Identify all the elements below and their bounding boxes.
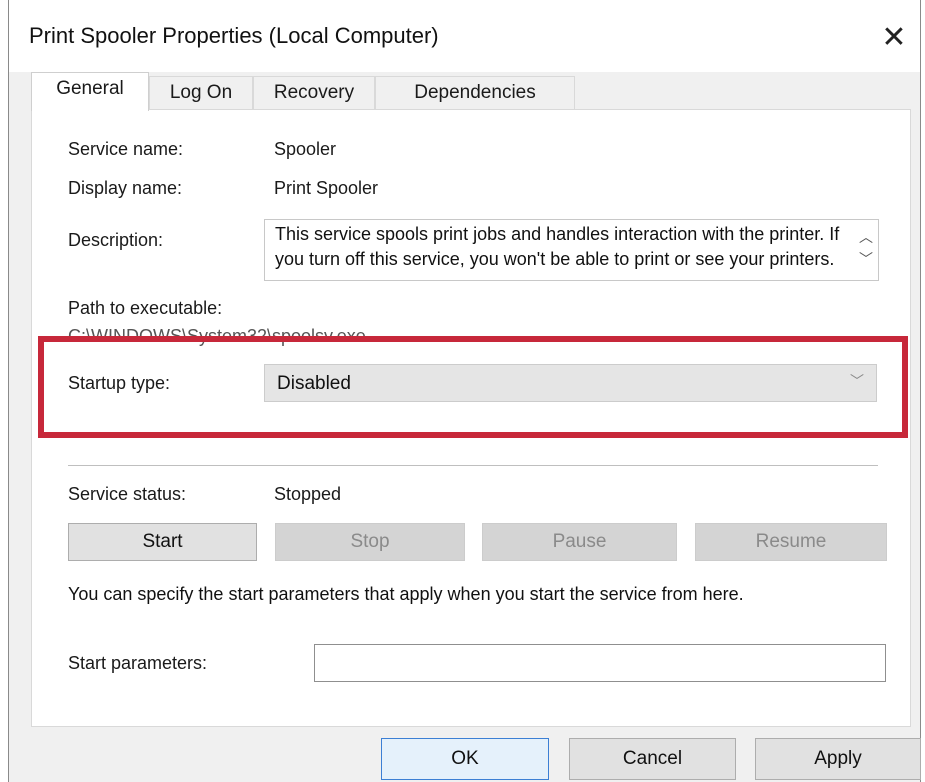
- cancel-button[interactable]: Cancel: [569, 738, 736, 780]
- tab-strip: General Log On Recovery Dependencies: [31, 72, 911, 111]
- display-name-label: Display name:: [68, 178, 183, 198]
- stop-button[interactable]: Stop: [275, 523, 465, 561]
- chevron-down-icon[interactable]: ﹀: [854, 248, 878, 270]
- resume-button[interactable]: Resume: [695, 523, 887, 561]
- chevron-up-icon[interactable]: ︿: [854, 226, 878, 248]
- description-textbox[interactable]: This service spools print jobs and handl…: [264, 219, 879, 281]
- start-params-label: Start parameters:: [68, 653, 208, 673]
- service-name-label: Service name:: [68, 139, 184, 159]
- title-bar: Print Spooler Properties (Local Computer…: [9, 0, 920, 72]
- startup-type-select[interactable]: Disabled ﹀: [264, 364, 877, 402]
- display-name-value: Print Spooler: [274, 178, 379, 198]
- chevron-down-icon: ﹀: [850, 373, 864, 389]
- general-tab-panel: Service name: Spooler Display name: Prin…: [31, 109, 911, 727]
- properties-dialog: Print Spooler Properties (Local Computer…: [8, 0, 921, 782]
- service-name-value: Spooler: [274, 139, 337, 159]
- tab-dependencies[interactable]: Dependencies: [375, 76, 575, 110]
- path-label: Path to executable:: [68, 298, 223, 318]
- pause-button[interactable]: Pause: [482, 523, 677, 561]
- description-scrollbar[interactable]: ︿ ﹀: [854, 220, 878, 280]
- startup-type-label: Startup type:: [68, 373, 171, 393]
- window-title: Print Spooler Properties (Local Computer…: [29, 23, 439, 48]
- start-params-input[interactable]: [314, 644, 886, 682]
- tab-log-on[interactable]: Log On: [149, 76, 253, 110]
- service-status-label: Service status:: [68, 484, 187, 504]
- section-divider: [68, 465, 878, 466]
- description-label: Description:: [68, 230, 164, 250]
- service-status-value: Stopped: [274, 484, 342, 504]
- close-icon[interactable]: ✕: [874, 18, 914, 58]
- startup-type-value: Disabled: [277, 373, 351, 394]
- description-text: This service spools print jobs and handl…: [275, 224, 840, 269]
- start-button[interactable]: Start: [68, 523, 257, 561]
- apply-button[interactable]: Apply: [755, 738, 921, 780]
- start-params-info: You can specify the start parameters tha…: [68, 584, 744, 604]
- tab-general[interactable]: General: [31, 72, 149, 111]
- ok-button[interactable]: OK: [381, 738, 549, 780]
- tab-recovery[interactable]: Recovery: [253, 76, 375, 110]
